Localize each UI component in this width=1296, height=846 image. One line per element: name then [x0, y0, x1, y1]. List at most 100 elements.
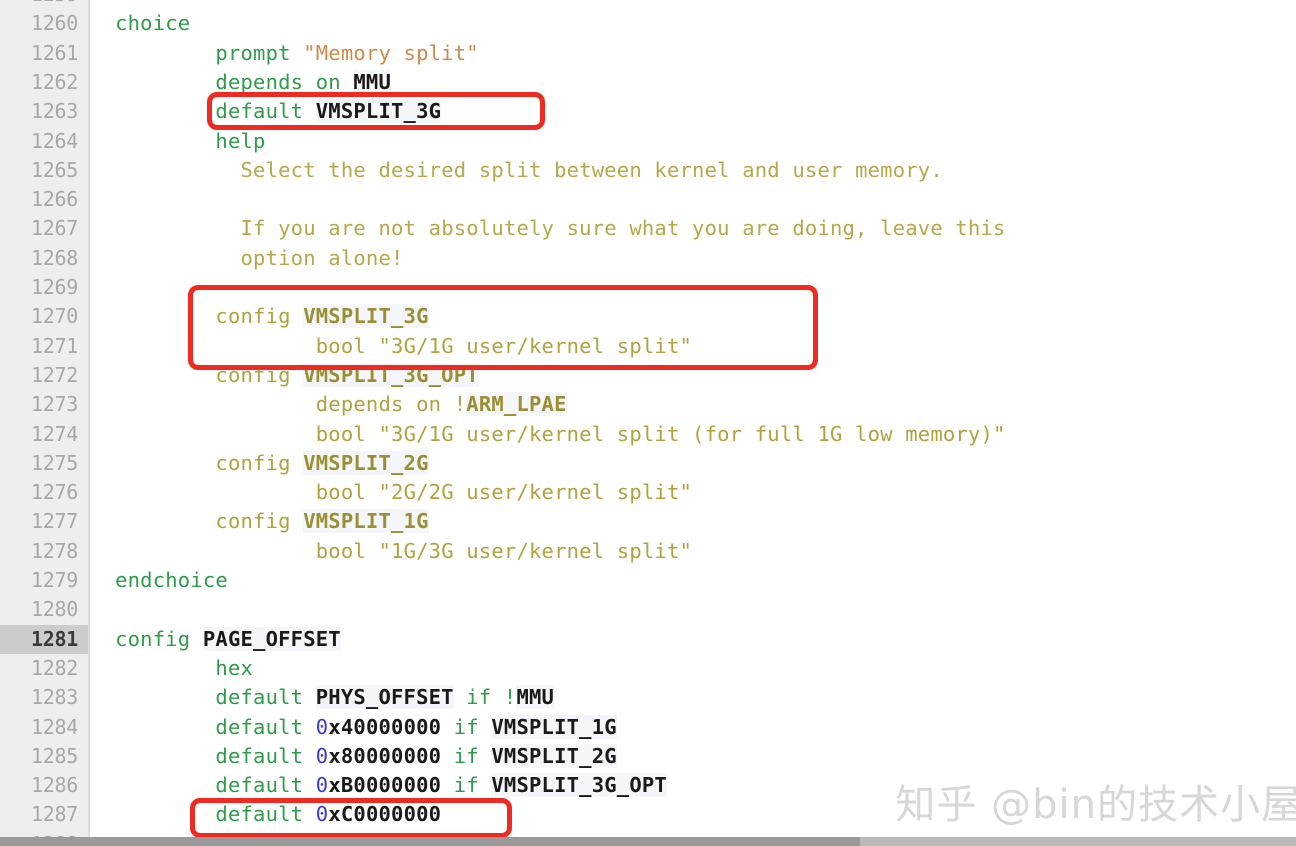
- code-token-olive: config: [215, 509, 304, 534]
- code-token-olive-b: VMSPLIT_3G_OPT: [303, 362, 479, 365]
- line-number[interactable]: 1271: [0, 332, 88, 361]
- horizontal-scrollbar-thumb[interactable]: [0, 837, 860, 846]
- line-number-gutter: 1259126012611262126312641265126612671268…: [0, 0, 90, 846]
- line-number[interactable]: 1270: [0, 302, 88, 331]
- code-line[interactable]: bool "3G/1G user/kernel split (for full …: [90, 420, 1006, 449]
- code-token-kw: default: [215, 803, 316, 827]
- code-line[interactable]: If you are not absolutely sure what you …: [90, 214, 1006, 243]
- line-number[interactable]: 1262: [0, 68, 88, 97]
- code-line[interactable]: default 0x40000000 if VMSPLIT_1G: [90, 713, 617, 742]
- code-token-num0: 0: [315, 743, 329, 768]
- line-number[interactable]: 1284: [0, 713, 88, 742]
- line-number[interactable]: 1282: [0, 654, 88, 683]
- code-line[interactable]: Select the desired split between kernel …: [90, 156, 943, 185]
- line-number[interactable]: 1277: [0, 507, 88, 536]
- code-token-help: If you are not absolutely sure what you …: [240, 216, 1006, 241]
- line-number[interactable]: 1275: [0, 449, 88, 478]
- line-number[interactable]: 1280: [0, 595, 88, 624]
- code-line[interactable]: default 0x80000000 if VMSPLIT_2G: [90, 742, 617, 771]
- code-token-ident: MMU: [516, 685, 555, 710]
- line-number[interactable]: 1266: [0, 185, 88, 214]
- code-token-num0: 0: [315, 714, 329, 739]
- code-line[interactable]: help: [90, 127, 266, 156]
- code-line[interactable]: option alone!: [90, 244, 404, 273]
- line-number[interactable]: 1263: [0, 97, 88, 126]
- code-token-olive: bool: [315, 538, 379, 563]
- line-number[interactable]: 1261: [0, 39, 88, 68]
- line-number[interactable]: 1265: [0, 156, 88, 185]
- code-line[interactable]: config VMSPLIT_3G_OPT: [193, 361, 479, 365]
- code-token-help: Select the desired split between kernel …: [240, 157, 943, 182]
- code-line[interactable]: depends on !ARM_LPAE: [90, 390, 567, 419]
- horizontal-scrollbar[interactable]: [0, 837, 1296, 846]
- box-config-vmsplit3g-content: config VMSPLIT_3G bool "3G/1G user/kerne…: [193, 290, 813, 365]
- line-number[interactable]: 1278: [0, 537, 88, 566]
- code-token-olive-b: VMSPLIT_2G: [303, 450, 429, 475]
- line-number[interactable]: 1267: [0, 214, 88, 243]
- code-line[interactable]: config VMSPLIT_1G: [90, 507, 429, 536]
- line-number[interactable]: 1272: [0, 361, 88, 390]
- code-token-olive: depends on !: [315, 392, 467, 417]
- code-line[interactable]: bool "3G/1G user/kernel split": [193, 332, 692, 361]
- line-number[interactable]: 1264: [0, 127, 88, 156]
- line-number[interactable]: 1281: [0, 624, 88, 654]
- code-line[interactable]: default PHYS_OFFSET if !MMU: [90, 683, 555, 712]
- code-token-num: x80000000: [328, 743, 442, 768]
- code-token-olive: "1G/3G user/kernel split": [378, 538, 693, 563]
- code-token-kw: config: [115, 626, 203, 651]
- code-line[interactable]: config VMSPLIT_3G: [193, 302, 429, 331]
- line-number[interactable]: 1276: [0, 478, 88, 507]
- code-token-kw: hex: [215, 655, 254, 680]
- code-token-kw: depends on: [215, 69, 354, 94]
- line-number[interactable]: 1286: [0, 771, 88, 800]
- code-line[interactable]: bool "1G/3G user/kernel split": [90, 537, 692, 566]
- code-line[interactable]: default 0xC0000000: [195, 803, 441, 830]
- code-line[interactable]: config VMSPLIT_2G: [90, 449, 429, 478]
- code-line[interactable]: hex: [90, 654, 253, 683]
- code-token-num: xB0000000: [328, 773, 442, 798]
- line-number[interactable]: 1273: [0, 390, 88, 419]
- code-token-olive: bool: [315, 333, 379, 358]
- code-line[interactable]: config PAGE_OFFSET: [90, 625, 341, 654]
- code-token-ident: VMSPLIT_1G: [491, 714, 617, 739]
- code-line[interactable]: endchoice: [90, 566, 228, 595]
- box-default-0xc0000000-content: default 0xB0000000 if VMSPLIT_3G_OPT def…: [195, 803, 507, 833]
- watermark-text: 知乎 @bin的技术小屋: [895, 782, 1296, 828]
- box-default-vmsplit3g-content: depends on MMU default VMSPLIT_3G help: [212, 97, 540, 125]
- code-token-kw: default: [215, 685, 316, 710]
- code-token-olive: "2G/2G user/kernel split": [378, 480, 693, 505]
- code-token-kw: help: [215, 128, 266, 153]
- code-token-num0: 0: [315, 803, 329, 827]
- line-number[interactable]: 1274: [0, 420, 88, 449]
- line-number[interactable]: 1285: [0, 742, 88, 771]
- line-number[interactable]: 1269: [0, 273, 88, 302]
- code-line[interactable]: choice: [90, 9, 190, 38]
- line-number[interactable]: 1259: [0, 0, 88, 9]
- code-viewer: 1259126012611262126312641265126612671268…: [0, 0, 1296, 846]
- code-line[interactable]: default 0xB0000000 if VMSPLIT_3G_OPT: [90, 771, 667, 800]
- code-token-kw: if !: [466, 685, 517, 710]
- line-number[interactable]: 1260: [0, 9, 88, 38]
- code-token-help: option alone!: [240, 245, 404, 270]
- line-number[interactable]: 1268: [0, 244, 88, 273]
- code-line[interactable]: prompt "Memory split": [90, 39, 479, 68]
- line-number[interactable]: 1279: [0, 566, 88, 595]
- line-number[interactable]: 1283: [0, 683, 88, 712]
- code-line[interactable]: bool "2G/2G user/kernel split": [90, 478, 692, 507]
- line-number[interactable]: 1287: [0, 800, 88, 829]
- code-token-olive: "3G/1G user/kernel split": [378, 333, 693, 358]
- code-token-ident: VMSPLIT_3G_OPT: [491, 773, 667, 798]
- code-line[interactable]: default VMSPLIT_3G: [212, 97, 442, 125]
